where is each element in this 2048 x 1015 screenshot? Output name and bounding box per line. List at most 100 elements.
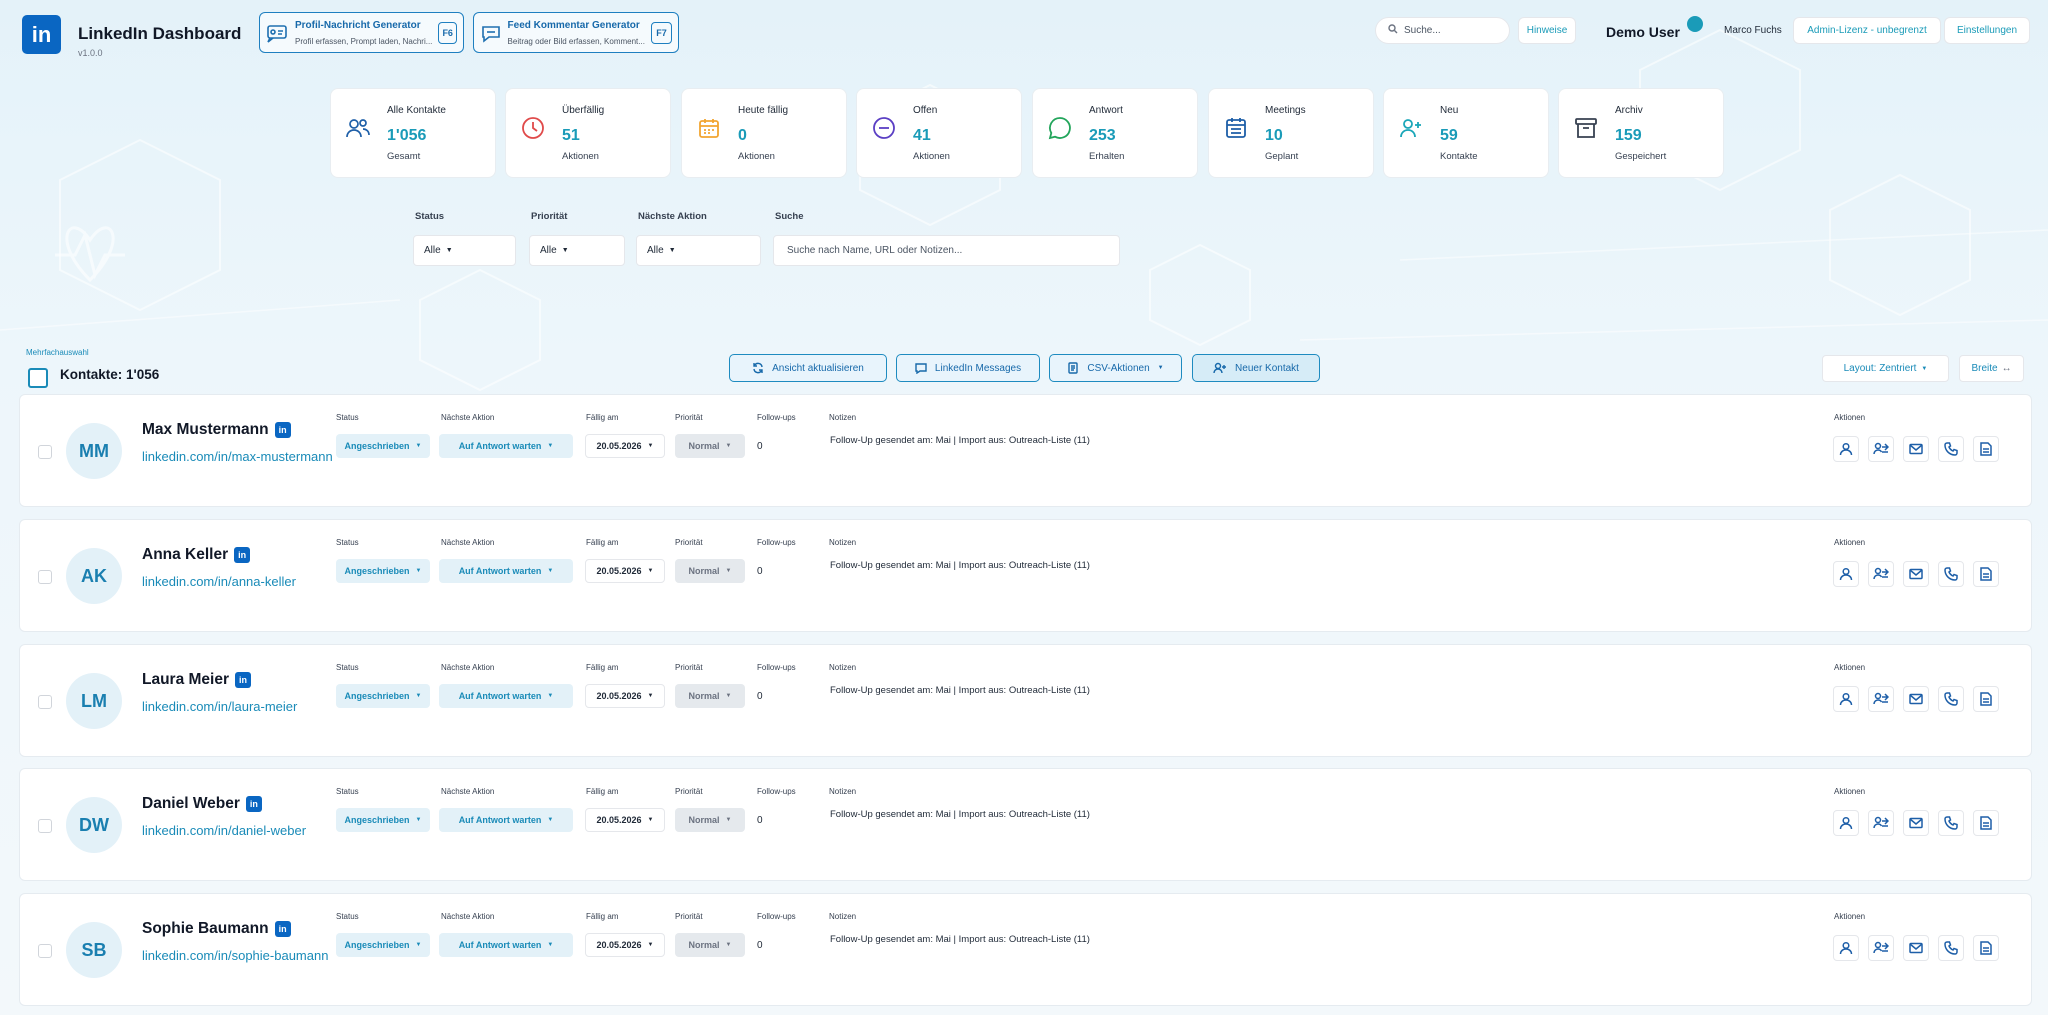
priority-select[interactable]: Normal ▼ — [675, 933, 745, 957]
document-button[interactable] — [1973, 810, 1999, 836]
phone-button[interactable] — [1938, 686, 1964, 712]
stat-card[interactable]: Alle Kontakte 1'056 Gesamt — [330, 88, 496, 178]
status-select[interactable]: Angeschrieben ▼ — [336, 933, 430, 957]
notes-text[interactable]: Follow-Up gesendet am: Mai | Import aus:… — [830, 435, 1090, 446]
user-name[interactable]: Demo User — [1606, 24, 1680, 40]
assign-icon — [1873, 816, 1889, 830]
profile-link[interactable]: linkedin.com/in/sophie-baumann — [142, 948, 328, 963]
contact-name-row[interactable]: Max Mustermann in — [142, 421, 291, 439]
linkedin-icon[interactable]: in — [245, 796, 262, 812]
open-profile-button[interactable] — [1833, 810, 1859, 836]
contact-search-input[interactable]: Suche nach Name, URL oder Notizen... — [773, 235, 1120, 266]
new-contact-button[interactable]: Neuer Kontakt — [1192, 354, 1320, 382]
priority-filter-select[interactable]: Alle ▼ — [529, 235, 625, 266]
feed-comment-generator-button[interactable]: Feed Kommentar Generator Beitrag oder Bi… — [473, 12, 679, 53]
status-select[interactable]: Angeschrieben ▼ — [336, 684, 430, 708]
open-profile-button[interactable] — [1833, 436, 1859, 462]
mail-button[interactable] — [1903, 436, 1929, 462]
contact-name-row[interactable]: Anna Keller in — [142, 546, 251, 564]
contact-name-row[interactable]: Sophie Baumann in — [142, 920, 291, 938]
select-all-checkbox[interactable] — [28, 368, 48, 388]
hints-button[interactable]: Hinweise — [1518, 17, 1576, 44]
row-checkbox[interactable] — [38, 819, 52, 833]
document-button[interactable] — [1973, 935, 1999, 961]
stat-card[interactable]: Überfällig 51 Aktionen — [505, 88, 671, 178]
stat-card[interactable]: Neu 59 Kontakte — [1383, 88, 1549, 178]
global-search-input[interactable]: Suche... — [1375, 17, 1510, 44]
phone-button[interactable] — [1938, 436, 1964, 462]
next-action-filter-select[interactable]: Alle ▼ — [636, 235, 761, 266]
profile-message-generator-button[interactable]: Profil-Nachricht Generator Profil erfass… — [259, 12, 464, 53]
open-profile-button[interactable] — [1833, 935, 1859, 961]
next-action-select[interactable]: Auf Antwort warten ▼ — [439, 933, 573, 957]
width-select[interactable]: Breite ↔ — [1959, 355, 2024, 382]
notes-text[interactable]: Follow-Up gesendet am: Mai | Import aus:… — [830, 685, 1090, 696]
linkedin-messages-button[interactable]: LinkedIn Messages — [896, 354, 1040, 382]
phone-button[interactable] — [1938, 561, 1964, 587]
settings-button[interactable]: Einstellungen — [1944, 17, 2030, 44]
assign-button[interactable] — [1868, 935, 1894, 961]
row-checkbox[interactable] — [38, 944, 52, 958]
csv-actions-button[interactable]: CSV-Aktionen ▼ — [1049, 354, 1182, 382]
row-checkbox[interactable] — [38, 570, 52, 584]
contact-name-row[interactable]: Laura Meier in — [142, 671, 252, 689]
stat-card[interactable]: Archiv 159 Gespeichert — [1558, 88, 1724, 178]
due-date-select[interactable]: 20.05.2026 ▼ — [585, 559, 665, 583]
multi-select-label[interactable]: Mehrfachauswahl — [26, 348, 89, 357]
mail-button[interactable] — [1903, 686, 1929, 712]
assign-button[interactable] — [1868, 561, 1894, 587]
mail-button[interactable] — [1903, 561, 1929, 587]
user-switch-label[interactable]: Marco Fuchs — [1724, 25, 1782, 36]
stat-card[interactable]: Antwort 253 Erhalten — [1032, 88, 1198, 178]
stat-card[interactable]: Heute fällig 0 Aktionen — [681, 88, 847, 178]
assign-button[interactable] — [1868, 810, 1894, 836]
due-date-select[interactable]: 20.05.2026 ▼ — [585, 434, 665, 458]
profile-link[interactable]: linkedin.com/in/laura-meier — [142, 699, 297, 714]
mail-button[interactable] — [1903, 935, 1929, 961]
linkedin-icon[interactable]: in — [234, 547, 251, 563]
document-button[interactable] — [1973, 561, 1999, 587]
open-profile-button[interactable] — [1833, 686, 1859, 712]
profile-link[interactable]: linkedin.com/in/max-mustermann — [142, 449, 333, 464]
assign-button[interactable] — [1868, 686, 1894, 712]
status-select[interactable]: Angeschrieben ▼ — [336, 434, 430, 458]
linkedin-icon[interactable]: in — [274, 921, 291, 937]
profile-link[interactable]: linkedin.com/in/daniel-weber — [142, 823, 306, 838]
status-select[interactable]: Angeschrieben ▼ — [336, 559, 430, 583]
stat-card[interactable]: Meetings 10 Geplant — [1208, 88, 1374, 178]
linkedin-icon[interactable]: in — [274, 422, 291, 438]
license-badge[interactable]: Admin-Lizenz - unbegrenzt — [1793, 17, 1941, 44]
next-action-select[interactable]: Auf Antwort warten ▼ — [439, 684, 573, 708]
phone-button[interactable] — [1938, 935, 1964, 961]
profile-link[interactable]: linkedin.com/in/anna-keller — [142, 574, 296, 589]
next-action-select[interactable]: Auf Antwort warten ▼ — [439, 808, 573, 832]
mail-button[interactable] — [1903, 810, 1929, 836]
avatar[interactable] — [1687, 16, 1703, 32]
due-date-select[interactable]: 20.05.2026 ▼ — [585, 933, 665, 957]
priority-select[interactable]: Normal ▼ — [675, 434, 745, 458]
notes-text[interactable]: Follow-Up gesendet am: Mai | Import aus:… — [830, 560, 1090, 571]
next-action-select[interactable]: Auf Antwort warten ▼ — [439, 559, 573, 583]
status-filter-select[interactable]: Alle ▼ — [413, 235, 516, 266]
status-select[interactable]: Angeschrieben ▼ — [336, 808, 430, 832]
priority-select[interactable]: Normal ▼ — [675, 559, 745, 583]
document-button[interactable] — [1973, 686, 1999, 712]
notes-text[interactable]: Follow-Up gesendet am: Mai | Import aus:… — [830, 934, 1090, 945]
linkedin-icon[interactable]: in — [235, 672, 252, 688]
contact-name-row[interactable]: Daniel Weber in — [142, 795, 262, 813]
notes-text[interactable]: Follow-Up gesendet am: Mai | Import aus:… — [830, 809, 1090, 820]
assign-button[interactable] — [1868, 436, 1894, 462]
next-action-select[interactable]: Auf Antwort warten ▼ — [439, 434, 573, 458]
stat-card[interactable]: Offen 41 Aktionen — [856, 88, 1022, 178]
document-button[interactable] — [1973, 436, 1999, 462]
row-checkbox[interactable] — [38, 445, 52, 459]
phone-button[interactable] — [1938, 810, 1964, 836]
due-date-select[interactable]: 20.05.2026 ▼ — [585, 808, 665, 832]
open-profile-button[interactable] — [1833, 561, 1859, 587]
layout-select[interactable]: Layout: Zentriert ▼ — [1822, 355, 1949, 382]
priority-select[interactable]: Normal ▼ — [675, 684, 745, 708]
refresh-view-button[interactable]: Ansicht aktualisieren — [729, 354, 887, 382]
row-checkbox[interactable] — [38, 695, 52, 709]
due-date-select[interactable]: 20.05.2026 ▼ — [585, 684, 665, 708]
priority-select[interactable]: Normal ▼ — [675, 808, 745, 832]
